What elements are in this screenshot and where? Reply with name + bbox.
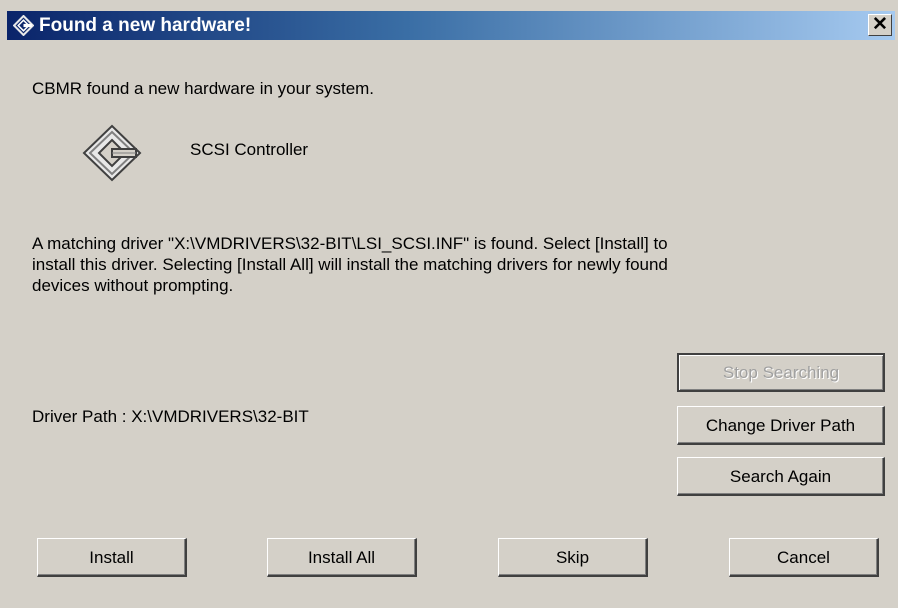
driver-message-line-1: A matching driver "X:\VMDRIVERS\32-BIT\L… (32, 234, 668, 253)
title-bar[interactable]: Found a new hardware! ✕ (7, 11, 895, 40)
window-title: Found a new hardware! (39, 15, 252, 36)
driver-message-line-3: devices without prompting. (32, 276, 234, 295)
close-button[interactable]: ✕ (868, 14, 892, 36)
cancel-button[interactable]: Cancel (729, 538, 879, 577)
intro-text: CBMR found a new hardware in your system… (32, 79, 375, 98)
dialog-window: Found a new hardware! ✕ CBMR found a new… (0, 0, 898, 608)
hardware-device-icon (82, 124, 142, 182)
search-again-button[interactable]: Search Again (677, 457, 885, 496)
install-all-button[interactable]: Install All (267, 538, 417, 577)
stop-searching-button[interactable]: Stop Searching (677, 353, 885, 392)
device-name: SCSI Controller (190, 140, 309, 159)
driver-message-line-2: install this driver. Selecting [Install … (32, 255, 668, 274)
driver-path-text: Driver Path : X:\VMDRIVERS\32-BIT (32, 407, 309, 426)
cbmr-logo-icon (13, 15, 34, 36)
change-driver-path-button[interactable]: Change Driver Path (677, 406, 885, 445)
install-button[interactable]: Install (37, 538, 187, 577)
skip-button[interactable]: Skip (498, 538, 648, 577)
